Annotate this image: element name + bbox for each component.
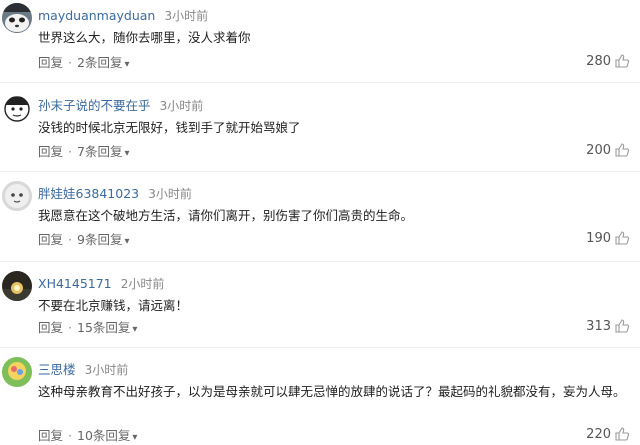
reply-count-toggle[interactable]: 2条回复 ▾ [77, 55, 129, 70]
reply-count-label: 2条回复 [77, 55, 123, 70]
chevron-down-icon: ▾ [132, 432, 138, 443]
thumbs-up-icon [615, 143, 630, 157]
avatar[interactable] [2, 181, 32, 211]
reply-button[interactable]: 回复 [38, 320, 63, 335]
timestamp: 3小时前 [159, 99, 204, 113]
separator-dot: · [68, 232, 72, 247]
reply-button[interactable]: 回复 [38, 55, 63, 70]
comment-actions: 回复 · 10条回复 ▾ [38, 425, 137, 443]
comment-text: 我愿意在这个破地方生活，请你们离开，别伤害了你们高贵的生命。 [38, 208, 414, 223]
username[interactable]: mayduanmayduan [38, 8, 155, 23]
reply-button[interactable]: 回复 [38, 144, 63, 159]
comment-item: 三思楼 3小时前 这种母亲教育不出好孩子，以为是母亲就可以肆无忌惮的放肆的说话了… [0, 354, 640, 445]
comment-text: 不要在北京赚钱，请远离！ [38, 298, 189, 313]
like-button[interactable]: 280 [586, 52, 630, 70]
separator-dot: · [68, 428, 72, 443]
comment-meta: mayduanmayduan 3小时前 [38, 5, 209, 23]
timestamp: 2小时前 [120, 277, 165, 291]
comment-meta: XH4145171 2小时前 [38, 273, 165, 291]
comment-text: 没钱的时候北京无限好，钱到手了就开始骂娘了 [38, 120, 301, 135]
comment-item: 胖娃娃63841023 3小时前 我愿意在这个破地方生活，请你们离开，别伤害了你… [0, 178, 640, 262]
colorful-avatar-icon [2, 357, 32, 387]
chevron-down-icon: ▾ [124, 236, 130, 247]
avatar[interactable] [2, 271, 32, 301]
thumbs-up-icon [615, 319, 630, 333]
comment-text: 世界这么大，随你去哪里，没人求着你 [38, 30, 251, 45]
reply-count-toggle[interactable]: 10条回复 ▾ [77, 428, 137, 443]
comment-item: mayduanmayduan 3小时前 世界这么大，随你去哪里，没人求着你 回复… [0, 0, 640, 83]
gray-face-avatar-icon [2, 181, 32, 211]
thumbs-up-icon [615, 427, 630, 441]
comment-actions: 回复 · 9条回复 ▾ [38, 229, 129, 247]
avatar[interactable] [2, 357, 32, 387]
thumbs-up-icon [615, 54, 630, 68]
avatar[interactable] [2, 3, 32, 33]
timestamp: 3小时前 [164, 9, 209, 23]
reply-count-toggle[interactable]: 7条回复 ▾ [77, 144, 129, 159]
reply-count-toggle[interactable]: 9条回复 ▾ [77, 232, 129, 247]
comment-meta: 孙末子说的不要在乎 3小时前 [38, 95, 204, 113]
comment-meta: 胖娃娃63841023 3小时前 [38, 183, 192, 201]
username[interactable]: 三思楼 [38, 362, 76, 377]
comment-actions: 回复 · 2条回复 ▾ [38, 52, 129, 70]
reply-count-label: 10条回复 [77, 428, 131, 443]
like-count: 280 [586, 53, 611, 69]
reply-count-toggle[interactable]: 15条回复 ▾ [77, 320, 137, 335]
chevron-down-icon: ▾ [124, 59, 130, 70]
reply-count-label: 9条回复 [77, 232, 123, 247]
like-count: 220 [586, 426, 611, 442]
username[interactable]: 胖娃娃63841023 [38, 186, 139, 201]
timestamp: 3小时前 [84, 363, 129, 377]
thumbs-up-icon [615, 231, 630, 245]
reply-button[interactable]: 回复 [38, 428, 63, 443]
comment-list: mayduanmayduan 3小时前 世界这么大，随你去哪里，没人求着你 回复… [0, 0, 640, 445]
reply-count-label: 7条回复 [77, 144, 123, 159]
username[interactable]: 孙末子说的不要在乎 [38, 98, 151, 113]
separator-dot: · [68, 320, 72, 335]
separator-dot: · [68, 55, 72, 70]
like-count: 313 [586, 318, 611, 334]
like-button[interactable]: 313 [586, 317, 630, 335]
panda-avatar-icon [2, 3, 32, 33]
sunset-avatar-icon [2, 271, 32, 301]
username[interactable]: XH4145171 [38, 276, 112, 291]
chevron-down-icon: ▾ [124, 148, 130, 159]
like-button[interactable]: 190 [586, 229, 630, 247]
reply-count-label: 15条回复 [77, 320, 131, 335]
chevron-down-icon: ▾ [132, 324, 138, 335]
comment-item: XH4145171 2小时前 不要在北京赚钱，请远离！ 回复 · 15条回复 ▾ 31… [0, 268, 640, 348]
cartoon-face-avatar-icon [2, 93, 32, 123]
like-button[interactable]: 200 [586, 141, 630, 159]
timestamp: 3小时前 [148, 187, 192, 201]
separator-dot: · [68, 144, 72, 159]
comment-meta: 三思楼 3小时前 [38, 359, 129, 377]
comment-text: 这种母亲教育不出好孩子，以为是母亲就可以肆无忌惮的放肆的说话了？最起码的礼貌都没… [38, 384, 626, 399]
avatar[interactable] [2, 93, 32, 123]
comment-actions: 回复 · 15条回复 ▾ [38, 317, 137, 335]
like-button[interactable]: 220 [586, 425, 630, 443]
comment-actions: 回复 · 7条回复 ▾ [38, 141, 129, 159]
like-count: 200 [586, 142, 611, 158]
reply-button[interactable]: 回复 [38, 232, 63, 247]
comment-item: 孙末子说的不要在乎 3小时前 没钱的时候北京无限好，钱到手了就开始骂娘了 回复 ·… [0, 90, 640, 172]
like-count: 190 [586, 230, 611, 246]
